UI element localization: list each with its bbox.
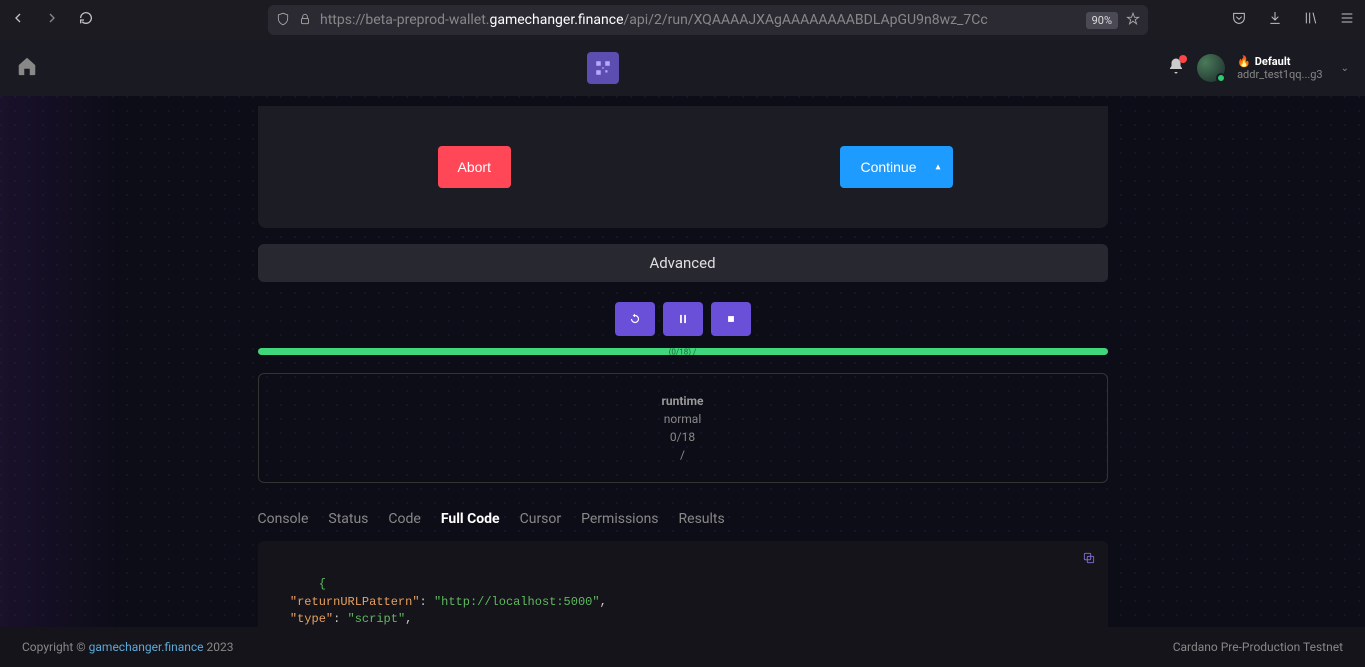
action-card: Abort Continue: [258, 106, 1108, 228]
stop-button[interactable]: [711, 302, 751, 336]
wallet-selector[interactable]: 🔥Default addr_test1qq...g3: [1237, 55, 1323, 81]
zoom-badge[interactable]: 90%: [1086, 12, 1118, 29]
online-dot: [1216, 73, 1226, 83]
menu-icon[interactable]: [1339, 10, 1355, 30]
star-icon[interactable]: [1126, 11, 1140, 30]
back-icon[interactable]: [10, 10, 26, 30]
url-bar[interactable]: https://beta-preprod-wallet.gamechanger.…: [268, 5, 1148, 35]
footer-link[interactable]: gamechanger.finance: [89, 640, 204, 654]
lock-icon: [298, 11, 312, 30]
tab-permissions[interactable]: Permissions: [581, 511, 658, 527]
tab-full-code[interactable]: Full Code: [441, 511, 500, 527]
restart-button[interactable]: [615, 302, 655, 336]
pocket-icon[interactable]: [1231, 10, 1247, 30]
app-logo[interactable]: [587, 52, 619, 84]
continue-button[interactable]: Continue: [840, 146, 952, 188]
runtime-title: runtime: [277, 392, 1089, 410]
runtime-panel: runtime normal 0/18 /: [258, 373, 1108, 483]
download-icon[interactable]: [1267, 10, 1283, 30]
tab-results[interactable]: Results: [679, 511, 725, 527]
pause-button[interactable]: [663, 302, 703, 336]
tab-cursor[interactable]: Cursor: [520, 511, 562, 527]
library-icon[interactable]: [1303, 10, 1319, 30]
url-text: https://beta-preprod-wallet.gamechanger.…: [320, 12, 1078, 28]
network-label: Cardano Pre-Production Testnet: [1173, 640, 1343, 654]
tab-console[interactable]: Console: [258, 511, 309, 527]
notifications-icon[interactable]: [1167, 57, 1185, 79]
chevron-down-icon[interactable]: ⌄: [1341, 63, 1349, 74]
playback-controls: [258, 302, 1108, 336]
progress-label: (0/18) /: [669, 347, 697, 356]
runtime-counter: 0/18: [277, 428, 1089, 446]
footer: Copyright © gamechanger.finance 2023 Car…: [0, 627, 1365, 667]
shield-icon: [276, 11, 290, 30]
copy-icon[interactable]: [1082, 551, 1096, 565]
advanced-toggle[interactable]: Advanced: [258, 244, 1108, 282]
tab-code[interactable]: Code: [388, 511, 420, 527]
forward-icon[interactable]: [44, 10, 60, 30]
app-header: 🔥Default addr_test1qq...g3 ⌄: [0, 40, 1365, 96]
runtime-mode: normal: [277, 410, 1089, 428]
tabs: Console Status Code Full Code Cursor Per…: [258, 511, 1108, 527]
code-block: { "returnURLPattern": "http://localhost:…: [258, 541, 1108, 627]
abort-button[interactable]: Abort: [438, 146, 511, 188]
copyright-pre: Copyright ©: [22, 640, 89, 654]
progress-bar: (0/18) /: [258, 348, 1108, 355]
tab-status[interactable]: Status: [328, 511, 368, 527]
copyright-year: 2023: [204, 640, 234, 654]
home-icon[interactable]: [16, 55, 38, 81]
reload-icon[interactable]: [78, 10, 94, 30]
notification-dot: [1179, 55, 1187, 63]
avatar[interactable]: [1197, 54, 1225, 82]
browser-toolbar: https://beta-preprod-wallet.gamechanger.…: [0, 0, 1365, 40]
runtime-path: /: [277, 446, 1089, 464]
